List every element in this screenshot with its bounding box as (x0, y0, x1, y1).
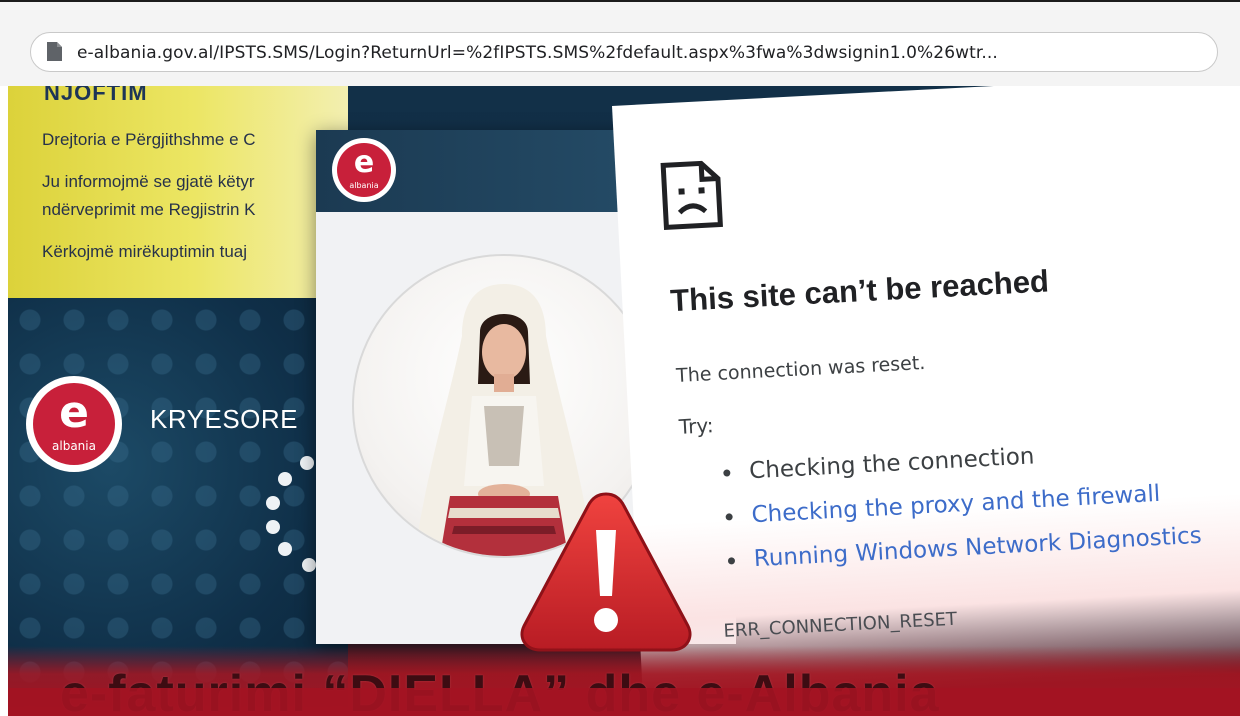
warning-triangle-icon (520, 492, 692, 652)
headline-band-bottom (8, 688, 1240, 716)
notice-line: ndërveprimit me Regjistrin K (42, 200, 256, 219)
logo-subtext: albania (52, 439, 96, 453)
error-code: ERR_CONNECTION_RESET (723, 608, 958, 642)
browser-toolbar: e-albania.gov.al/IPSTS.SMS/Login?ReturnU… (0, 2, 1240, 86)
page-icon (47, 42, 62, 61)
nav-kryesore: KRYESORE (150, 404, 299, 434)
connection-error-page: This site can’t be reached The connectio… (612, 86, 1240, 706)
address-bar[interactable]: e-albania.gov.al/IPSTS.SMS/Login?ReturnU… (30, 32, 1218, 72)
notice-panel: NJOFTIM Drejtoria e Përgjithshme e C Ju … (8, 86, 348, 298)
article-image: NJOFTIM Drejtoria e Përgjithshme e C Ju … (8, 86, 1240, 716)
notice-heading: NJOFTIM (44, 86, 148, 105)
logo-letter: e (353, 145, 375, 180)
logo-letter: e (59, 387, 89, 438)
suggestion-list: Checking the connection Checking the pro… (722, 426, 1203, 583)
logo-subtext: albania (349, 181, 379, 190)
e-albania-logo: e albania (332, 138, 396, 202)
error-title: This site can’t be reached (669, 263, 1050, 319)
notice-line: Drejtoria e Përgjithshme e C (42, 130, 256, 149)
sad-page-icon (660, 160, 723, 230)
e-albania-logo: e albania (26, 376, 122, 472)
error-message: The connection was reset. (675, 351, 926, 387)
try-label: Try: (678, 413, 715, 439)
notice-line: Ju informojmë se gjatë këtyr (42, 172, 255, 191)
notice-line: Kërkojmë mirëkuptimin tuaj (42, 242, 248, 261)
url-text[interactable]: e-albania.gov.al/IPSTS.SMS/Login?ReturnU… (77, 43, 998, 63)
